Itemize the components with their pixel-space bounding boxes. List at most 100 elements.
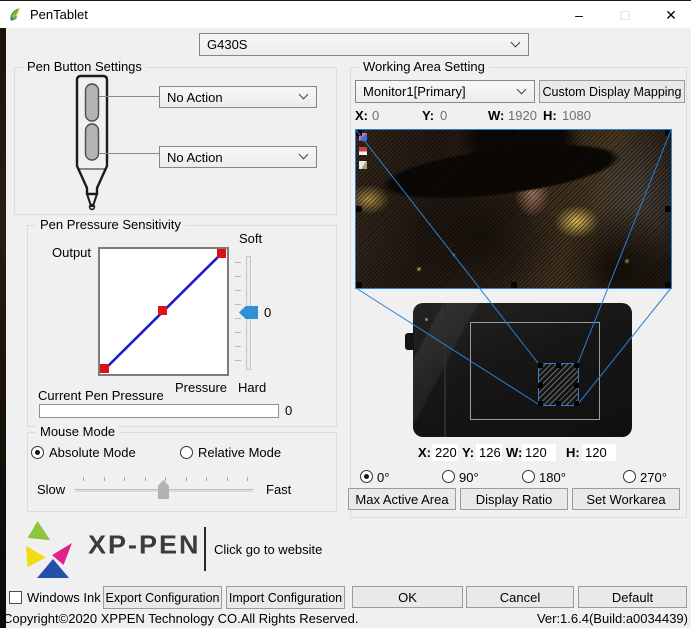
mapping-hatch-overlay [356,130,671,288]
pen-upper-action-select[interactable]: No Action [159,86,317,108]
resize-handle[interactable] [511,130,517,136]
curve-point-low[interactable] [100,364,109,373]
fast-label: Fast [266,482,292,497]
selection-handle[interactable] [538,383,543,388]
rotation-90-label[interactable]: 90° [459,470,479,485]
slider-tick [235,332,241,333]
curve-point-mid[interactable] [158,306,167,315]
chevron-down-icon [298,149,309,160]
ok-button[interactable]: OK [352,586,463,608]
resize-handle[interactable] [356,282,362,288]
slider-tick [124,477,125,481]
slider-tick [235,276,241,277]
soft-label: Soft [239,231,263,246]
tablet-x-input[interactable]: 220 [432,444,458,461]
radio-rotation-180[interactable] [522,470,535,483]
custom-display-mapping-button[interactable]: Custom Display Mapping [539,80,685,103]
radio-absolute-mode[interactable] [31,446,44,459]
slider-tick [186,477,187,481]
pentablet-window: PenTablet – □ ✕ G430S Pen Button Setting… [0,0,691,628]
pressure-curve-graph[interactable] [98,247,229,376]
current-pressure-value: 0 [285,403,293,418]
monitor-preview[interactable] [355,129,672,289]
resize-handle[interactable] [665,206,671,212]
pen-lower-leader-line [99,153,159,154]
tablet-w-label: W: [506,445,523,460]
monitor-select[interactable]: Monitor1[Primary] [355,80,535,103]
current-pressure-bar [39,404,279,418]
export-configuration-button[interactable]: Export Configuration [103,586,222,609]
pen-lower-action-select[interactable]: No Action [159,146,317,168]
tablet-w-input[interactable]: 120 [522,444,556,461]
resize-handle[interactable] [511,282,517,288]
tablet-model-select[interactable]: G430S [199,33,529,56]
screen-w-value: 1920 [508,108,537,123]
screen-x-label: X: [355,108,368,123]
set-workarea-button[interactable]: Set Workarea [572,488,680,510]
desktop-icon [359,161,367,169]
default-button[interactable]: Default [578,586,687,608]
slider-tick [235,262,241,263]
resize-handle[interactable] [356,206,362,212]
rotation-270-label[interactable]: 270° [640,470,667,485]
selection-handle[interactable] [574,401,579,406]
curve-point-high[interactable] [217,249,226,258]
slider-tick [145,477,146,481]
relative-mode-label[interactable]: Relative Mode [198,445,281,460]
max-active-area-button[interactable]: Max Active Area [348,488,456,510]
pen-upper-action-value: No Action [167,90,223,105]
screen-y-value: 0 [440,108,448,123]
radio-rotation-0[interactable] [360,470,373,483]
radio-relative-mode[interactable] [180,446,193,459]
selection-handle[interactable] [556,401,561,406]
tablet-y-input[interactable]: 126 [476,444,502,461]
selection-handle[interactable] [574,383,579,388]
radio-rotation-90[interactable] [442,470,455,483]
minimize-button[interactable]: – [558,1,600,29]
rotation-180-label[interactable]: 180° [539,470,566,485]
resize-handle[interactable] [356,130,362,136]
slider-tick [165,477,166,481]
selection-handle[interactable] [574,363,579,368]
working-area-title: Working Area Setting [359,59,489,74]
slider-tick [83,477,84,481]
close-button[interactable]: ✕ [650,1,691,29]
slider-tick [206,477,207,481]
selection-handle[interactable] [538,363,543,368]
workarea-selection[interactable] [538,363,579,406]
window-title: PenTablet [30,7,88,22]
tablet-model-value: G430S [207,37,248,52]
pen-upper-leader-line [99,96,159,97]
windows-ink-checkbox[interactable] [9,591,22,604]
slider-tick [247,477,248,481]
pen-lower-button[interactable] [84,123,100,161]
brand-wordmark[interactable]: XP-PEN [88,531,201,560]
cancel-button[interactable]: Cancel [466,586,574,608]
output-axis-label: Output [52,245,92,260]
selection-handle[interactable] [556,363,561,368]
resize-handle[interactable] [665,282,671,288]
windows-ink-label[interactable]: Windows Ink [27,590,101,605]
selection-handle[interactable] [538,401,543,406]
brand-tagline[interactable]: Click go to website [214,542,322,557]
screen-x-value: 0 [372,108,380,123]
copyright-text: Copyright©2020 XPPEN Technology CO.All R… [3,611,359,626]
radio-rotation-270[interactable] [623,470,636,483]
logo-triangle-green [26,520,51,545]
hard-label: Hard [238,380,267,395]
slider-tick [227,477,228,481]
tablet-h-input[interactable]: 120 [582,444,616,461]
screen-y-label: Y: [422,108,435,123]
desktop-icon [359,147,367,155]
import-configuration-button[interactable]: Import Configuration [226,586,345,609]
display-ratio-button[interactable]: Display Ratio [460,488,568,510]
screen-w-label: W: [488,108,505,123]
resize-handle[interactable] [665,130,671,136]
absolute-mode-label[interactable]: Absolute Mode [49,445,136,460]
chevron-down-icon [298,89,309,100]
slider-tick [235,304,241,305]
pen-upper-button[interactable] [84,83,100,122]
slider-tick [235,318,241,319]
rotation-0-label[interactable]: 0° [377,470,389,485]
tablet-y-label: Y: [462,445,475,460]
